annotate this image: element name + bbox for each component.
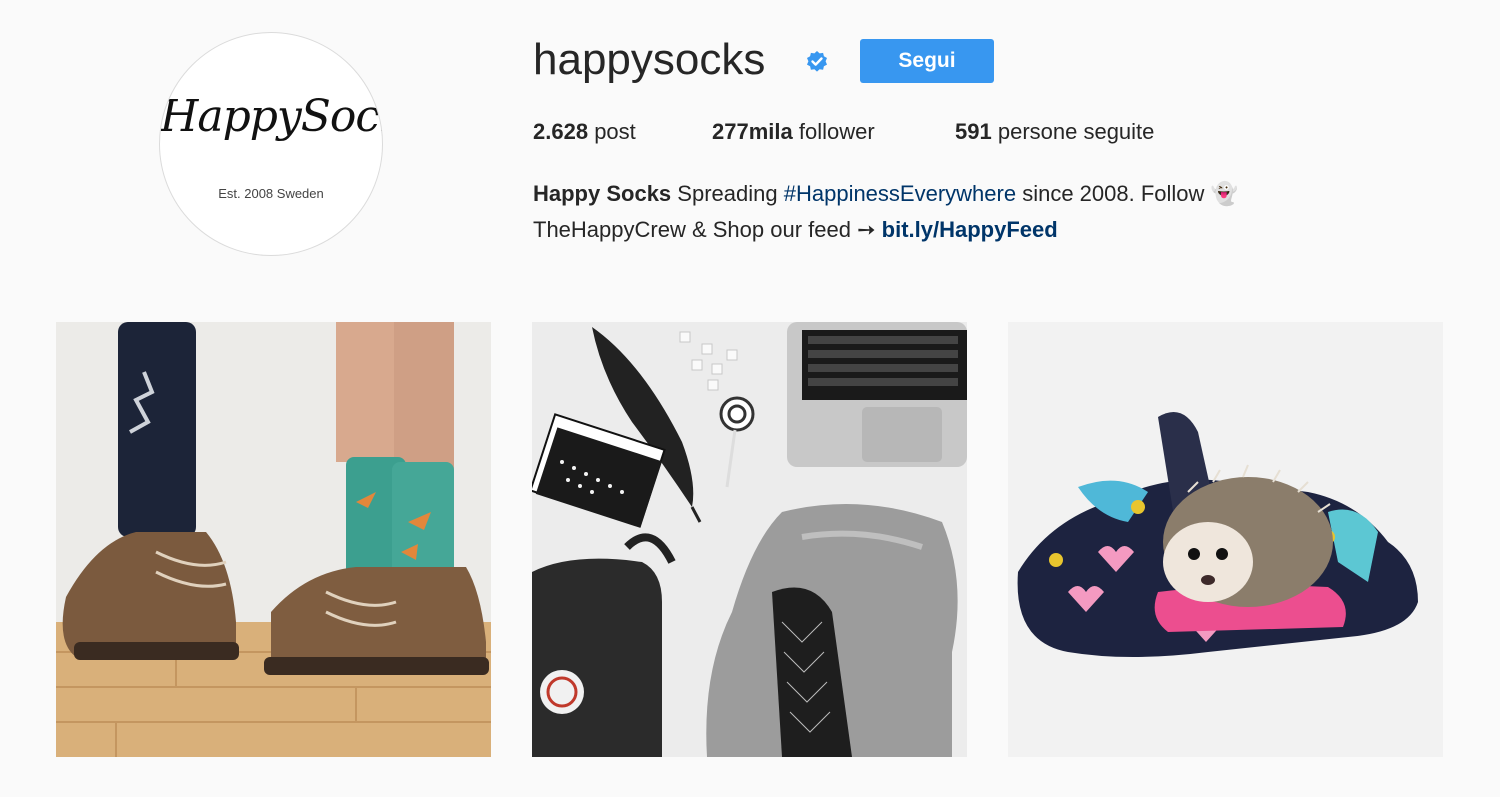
boots-and-socks-photo	[56, 322, 491, 757]
post-thumbnail-2[interactable]	[532, 322, 967, 757]
bio-text-1: Spreading	[677, 181, 778, 206]
profile-avatar[interactable]: HappySocks Est. 2008 Sweden	[159, 32, 383, 256]
profile-bio: Happy Socks Spreading #HappinessEverywhe…	[533, 176, 1238, 248]
bio-text-3: TheHappyCrew & Shop our feed ➙	[533, 217, 876, 242]
profile-username: happysocks	[533, 35, 766, 84]
following-label: persone seguite	[997, 119, 1155, 144]
bio-website-link[interactable]: bit.ly/HappyFeed	[882, 217, 1058, 242]
followers-label: follower	[798, 119, 875, 144]
flatlay-laptop-backpack-photo	[532, 322, 967, 757]
posts-stat: 2.628 post	[533, 117, 636, 147]
ghost-emoji-icon: 👻	[1210, 181, 1238, 206]
bio-name: Happy Socks	[533, 181, 672, 206]
post-thumbnail-3[interactable]	[1008, 322, 1443, 757]
followers-stat[interactable]: 277mila follower	[712, 117, 875, 147]
verified-badge-icon	[807, 51, 827, 72]
avatar-logo: HappySocks	[160, 91, 382, 142]
bio-hashtag-link[interactable]: #HappinessEverywhere	[784, 181, 1016, 206]
posts-count: 2.628	[533, 119, 589, 144]
post-thumbnail-1[interactable]	[56, 322, 491, 757]
following-count: 591	[955, 119, 992, 144]
avatar-tagline: Est. 2008 Sweden	[218, 186, 324, 201]
bio-line-2: TheHappyCrew & Shop our feed ➙ bit.ly/Ha…	[533, 212, 1238, 248]
hedgehog-in-socks-photo	[1008, 322, 1443, 757]
followers-count: 277mila	[712, 119, 793, 144]
bio-line-1: Happy Socks Spreading #HappinessEverywhe…	[533, 176, 1238, 212]
posts-label: post	[594, 119, 636, 144]
follow-button[interactable]: Segui	[860, 39, 994, 83]
bio-text-2: since 2008. Follow	[1022, 181, 1205, 206]
following-stat[interactable]: 591 persone seguite	[955, 117, 1154, 147]
